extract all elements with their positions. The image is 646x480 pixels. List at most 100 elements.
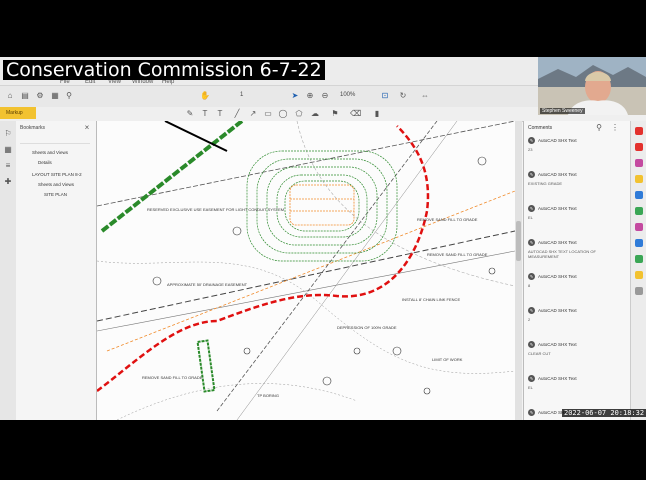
comment-entry[interactable]: ✎ AutoCAD SHX Text 2 — [528, 307, 626, 337]
scrollbar-thumb[interactable] — [516, 221, 521, 261]
more-options-icon[interactable]: ⋮ — [610, 123, 620, 133]
ellipse-tool-icon[interactable]: ◯ — [278, 109, 288, 119]
comment-entry[interactable]: ✎ AutoCAD SHX Text 8 — [528, 273, 626, 303]
comment-entry[interactable]: ✎ AutoCAD SHX Text EL — [528, 205, 626, 235]
comment-author: AutoCAD SHX Text — [538, 206, 577, 211]
comment-text: EXISTING GRADE — [528, 181, 563, 186]
comment-entry[interactable]: ✎ AutoCAD SHX Text AUTOCAD SHX TEXT LOCATI… — [528, 239, 626, 269]
timestamp: 2022-06-07 20:18:32 — [562, 409, 646, 417]
comment-text: EL — [528, 385, 533, 390]
rotate-icon[interactable]: ↻ — [398, 91, 408, 101]
compress-icon[interactable] — [635, 223, 643, 231]
stamp-tool-icon[interactable]: ⚑ — [330, 109, 340, 119]
fit-page-icon[interactable]: ⊡ — [380, 91, 390, 101]
zoom-level[interactable]: 100% — [340, 92, 355, 98]
comment-text: 2 — [528, 317, 531, 322]
highlight-tool-icon[interactable]: ▮ — [372, 109, 382, 119]
meeting-title-banner: Conservation Commission 6-7-22 — [3, 60, 325, 80]
home-icon[interactable]: ⌂ — [5, 91, 15, 101]
comment-entry[interactable]: ✎ AutoCAD SHX Text EXISTING GRADE — [528, 171, 626, 201]
comment-text: 23 — [528, 147, 533, 152]
comment-entry[interactable]: ✎ AutoCAD SHX Text 23 — [528, 137, 626, 167]
highlight-icon[interactable] — [635, 271, 643, 279]
comment-icon: ✎ — [528, 409, 535, 416]
vertical-scrollbar[interactable] — [515, 121, 522, 420]
comment-tool-icon[interactable] — [635, 175, 643, 183]
markup-button[interactable]: Markup — [0, 107, 36, 119]
bookmark-item[interactable]: Sheets and Views — [38, 182, 74, 187]
more-tools-icon[interactable] — [635, 287, 643, 295]
comment-author: AutoCAD SHX Text — [538, 240, 577, 245]
organize-pages-icon[interactable] — [635, 207, 643, 215]
comments-title: Comments — [528, 125, 553, 131]
edit-pdf-icon[interactable] — [635, 159, 643, 167]
participant-name: Stephen Sweeney — [540, 108, 585, 114]
line-tool-icon[interactable]: ╱ — [232, 109, 242, 119]
comment-text: 8 — [528, 283, 531, 288]
document-viewer[interactable]: RESERVED EXCLUSIVE USE EASEMENT FOR LIGH… — [97, 121, 516, 420]
search-icon[interactable]: ⚲ — [64, 91, 74, 101]
right-tool-strip — [630, 121, 646, 420]
bookmark-item[interactable]: LAYOUT SITE PLAN 8-2 — [32, 172, 82, 177]
comment-entry[interactable]: ✎ AutoCAD SHX Text EL — [528, 375, 626, 405]
comment-icon: ✎ — [528, 171, 535, 178]
site-plan-drawing: RESERVED EXCLUSIVE USE EASEMENT FOR LIGH… — [97, 121, 515, 420]
layers-icon[interactable]: ≡ — [3, 161, 13, 171]
plan-label: APPROXIMATE 50' DRAINAGE EASEMENT — [167, 282, 248, 287]
plan-label: TP BORING — [257, 393, 279, 398]
print-icon[interactable]: ▦ — [50, 91, 60, 101]
comment-author: AutoCAD SHX Text — [538, 376, 577, 381]
comment-author: AutoCAD SHX Text — [538, 138, 577, 143]
webcam-feed: Stephen Sweeney — [538, 57, 646, 115]
bookmarks-panel: Bookmarks × Sheets and Views Details LAY… — [16, 121, 97, 420]
comment-icon: ✎ — [528, 137, 535, 144]
combine-files-icon[interactable] — [635, 191, 643, 199]
select-arrow-icon[interactable]: ➤ — [290, 91, 300, 101]
plan-label: REMOVE SAND FILL TO GRADE — [142, 375, 203, 380]
polygon-tool-icon[interactable]: ⬠ — [294, 109, 304, 119]
plan-label: RESERVED EXCLUSIVE USE EASEMENT FOR LIGH… — [147, 207, 284, 212]
letterbox-bottom — [0, 420, 646, 480]
attachment-icon[interactable]: ✚ — [3, 177, 13, 187]
bookmarks-toolbar — [20, 135, 90, 144]
settings-icon[interactable]: ⚙ — [35, 91, 45, 101]
zoom-in-icon[interactable]: ⊕ — [305, 91, 315, 101]
export-pdf-icon[interactable] — [635, 127, 643, 135]
text-tool-icon[interactable]: T — [200, 109, 210, 119]
bookmark-item[interactable]: Details — [38, 160, 52, 165]
plan-label: REMOVE SAND FILL TO GRADE — [427, 252, 488, 257]
open-icon[interactable]: ▤ — [20, 91, 30, 101]
thumbnails-icon[interactable]: ▦ — [3, 145, 13, 155]
typewriter-icon[interactable]: T — [215, 109, 225, 119]
filter-icon[interactable]: ⚲ — [594, 123, 604, 133]
rectangle-tool-icon[interactable]: ▭ — [263, 109, 273, 119]
comment-icon: ✎ — [528, 239, 535, 246]
plan-label: REMOVE SAND FILL TO GRADE — [417, 217, 478, 222]
protect-icon[interactable] — [635, 239, 643, 247]
bookmark-item[interactable]: Sheets and Views — [32, 150, 68, 155]
bookmark-item[interactable]: SITE PLAN — [44, 192, 67, 197]
comment-author: AutoCAD SHX Text — [538, 274, 577, 279]
comment-icon: ✎ — [528, 205, 535, 212]
comment-icon: ✎ — [528, 307, 535, 314]
eraser-tool-icon[interactable]: ⌫ — [350, 109, 361, 119]
measure-icon[interactable]: ⇔ — [420, 91, 430, 101]
pen-icon[interactable]: ✎ — [185, 109, 195, 119]
plan-label: LIMIT OF WORK — [432, 357, 463, 362]
zoom-out-icon[interactable]: ⊖ — [320, 91, 330, 101]
bookmark-icon[interactable]: ⚐ — [3, 129, 13, 139]
close-icon[interactable]: × — [82, 123, 92, 133]
comment-entry[interactable]: ✎ AutoCAD SHX Text CLEAR CUT — [528, 341, 626, 371]
arrow-tool-icon[interactable]: ↗ — [248, 109, 258, 119]
left-nav-panel: ⚐ ▦ ≡ ✚ — [0, 121, 17, 420]
cloud-tool-icon[interactable]: ☁ — [310, 109, 320, 119]
create-pdf-icon[interactable] — [635, 143, 643, 151]
bookmarks-title: Bookmarks — [20, 125, 46, 131]
page-counter[interactable]: 1 — [240, 92, 243, 98]
letterbox-top — [0, 0, 646, 57]
hand-tool-icon[interactable]: ✋ — [200, 91, 210, 101]
comment-icon: ✎ — [528, 273, 535, 280]
comment-author: AutoCAD SHX Text — [538, 308, 577, 313]
plan-label: DEPRESSION OF 100% GRADE — [337, 325, 397, 330]
scan-icon[interactable] — [635, 255, 643, 263]
